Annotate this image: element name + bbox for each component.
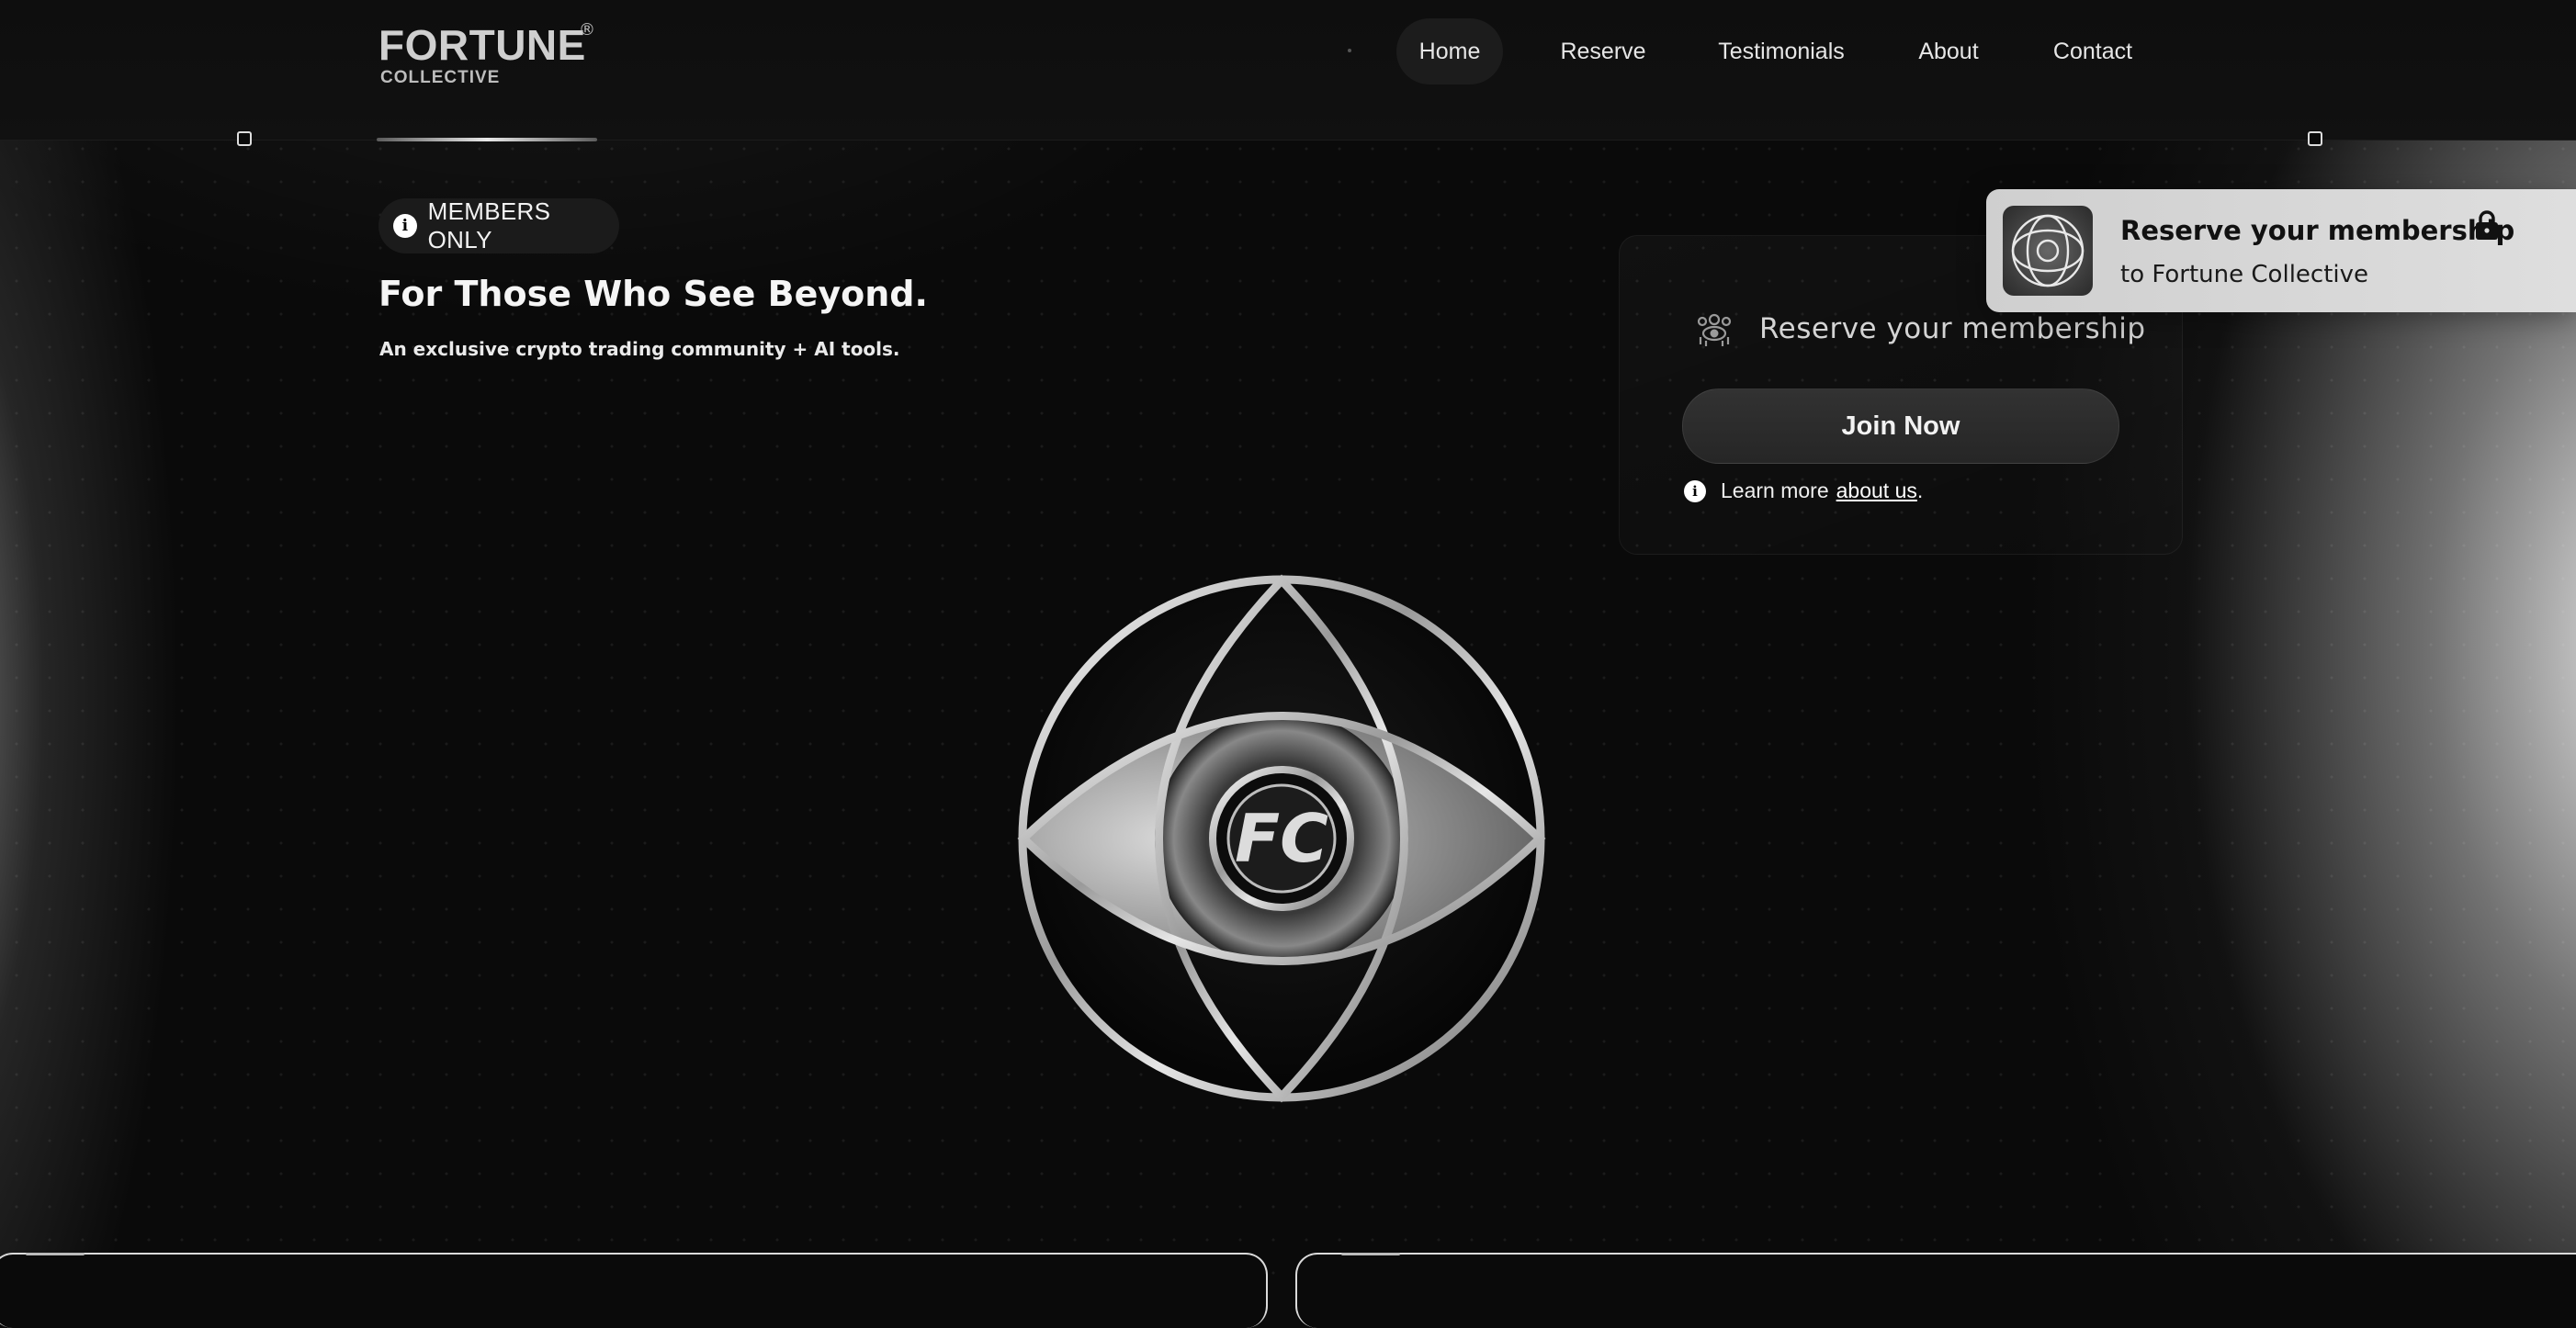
learn-more-text: Learn more bbox=[1721, 478, 1829, 502]
toast-emblem-thumbnail bbox=[2003, 206, 2093, 296]
hero-title: For Those Who See Beyond. bbox=[378, 274, 928, 314]
membership-toast[interactable]: Reserve your membership to Fortune Colle… bbox=[1986, 189, 2576, 312]
info-icon: i bbox=[1684, 479, 1706, 502]
brand-tagline: COLLECTIVE bbox=[380, 68, 501, 87]
emblem-thumb-icon bbox=[2011, 214, 2085, 287]
nav-reserve[interactable]: Reserve bbox=[1543, 18, 1663, 84]
reserve-card-header: Reserve your membership bbox=[1693, 308, 2146, 350]
bottom-card-left-indicator bbox=[26, 1253, 85, 1255]
resize-handle-right[interactable] bbox=[2308, 131, 2322, 146]
site-header: FORTUNE ® COLLECTIVE Home Reserve Testim… bbox=[0, 0, 2576, 141]
nav-testimonials[interactable]: Testimonials bbox=[1703, 18, 1859, 84]
toast-subtitle: to Fortune Collective bbox=[2120, 261, 2369, 288]
brand-logo[interactable]: FORTUNE ® COLLECTIVE bbox=[378, 20, 599, 94]
nav-contact[interactable]: Contact bbox=[2038, 18, 2148, 84]
brand-name: FORTUNE bbox=[378, 21, 586, 69]
toast-title: Reserve your membership bbox=[2120, 215, 2515, 246]
about-us-link[interactable]: about us bbox=[1836, 478, 1917, 503]
reserve-card-title: Reserve your membership bbox=[1759, 312, 2146, 345]
lock-icon bbox=[2476, 210, 2498, 240]
nav-about[interactable]: About bbox=[1900, 18, 1997, 84]
join-now-button[interactable]: Join Now bbox=[1682, 388, 2119, 464]
badge-label: MEMBERS ONLY bbox=[427, 197, 551, 253]
learn-more-line: i Learn more about us. bbox=[1684, 478, 1923, 503]
members-icon bbox=[1697, 313, 1732, 346]
emblem-monogram: FC bbox=[1235, 800, 1328, 877]
bottom-card-right-indicator bbox=[1341, 1253, 1400, 1255]
info-icon: i bbox=[393, 214, 417, 238]
bottom-card-left[interactable] bbox=[0, 1253, 1268, 1328]
learn-more-period: . bbox=[1916, 478, 1924, 502]
resize-handle-left[interactable] bbox=[237, 131, 252, 146]
bottom-card-right[interactable] bbox=[1295, 1253, 2576, 1328]
fortune-eye-emblem: FC bbox=[1017, 574, 1546, 1103]
hero-subtitle: An exclusive crypto trading community + … bbox=[379, 338, 900, 360]
members-only-badge: i MEMBERS ONLY bbox=[378, 197, 619, 253]
nav-home[interactable]: Home bbox=[1396, 18, 1503, 84]
registered-mark: ® bbox=[579, 20, 595, 39]
nav-active-underline bbox=[377, 138, 597, 141]
nav-dot bbox=[1348, 49, 1351, 52]
